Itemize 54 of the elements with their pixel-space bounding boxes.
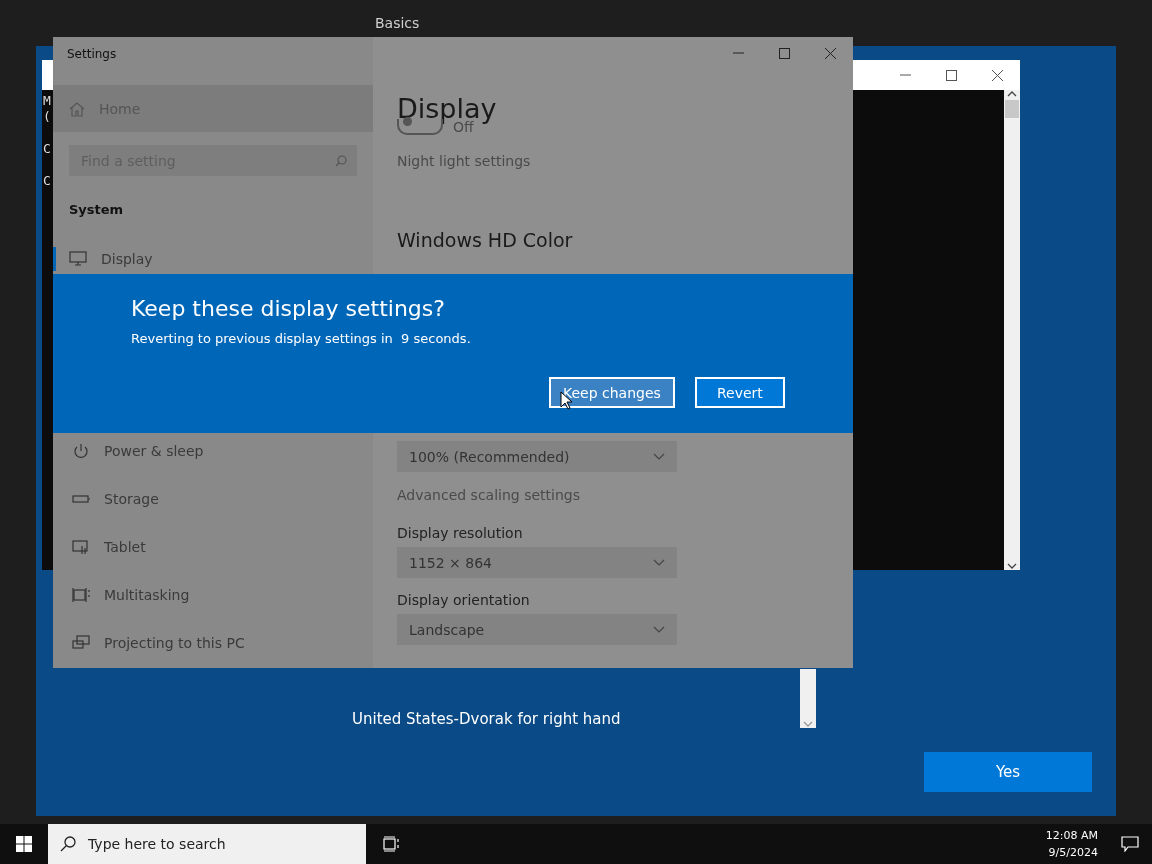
multitasking-icon <box>72 587 90 603</box>
console-text: ( <box>43 109 51 125</box>
close-icon[interactable] <box>824 47 836 59</box>
search-icon <box>60 836 76 852</box>
section-heading: System <box>68 201 125 217</box>
nav-item[interactable]: Projecting to this PC <box>53 631 373 655</box>
dialog-button[interactable]: Revert <box>694 377 785 408</box>
power-icon <box>72 443 90 459</box>
nav-item[interactable]: Storage <box>53 487 373 511</box>
clock[interactable]: 12:08 AM 9/5/2024 <box>1039 826 1108 862</box>
dialog-button[interactable]: Keep changes <box>549 377 675 408</box>
time-text: 12:08 AM <box>1045 828 1098 844</box>
scale-dropdown[interactable]: 100% (Recommended) <box>397 441 677 472</box>
maximize-icon[interactable] <box>778 47 790 59</box>
console-text: M <box>43 93 51 109</box>
taskbar-search-field[interactable]: Type here to search <box>48 824 366 864</box>
speech-bubble-icon <box>1121 836 1139 852</box>
scrollbar[interactable] <box>800 669 816 728</box>
window-title: Settings <box>66 46 118 63</box>
scroll-down-icon[interactable] <box>1007 562 1017 570</box>
windows-logo-icon <box>16 836 32 852</box>
monitor-icon <box>69 251 87 267</box>
chevron-icon <box>653 452 665 461</box>
console-text: C <box>43 173 51 189</box>
close-icon[interactable] <box>991 69 1003 81</box>
orientation-label: Display orientation <box>397 592 531 608</box>
nav-item[interactable]: Multitasking <box>53 583 373 607</box>
section-heading: Windows HD Color <box>397 229 574 251</box>
tablet-icon <box>72 539 90 555</box>
night-light-settings-link[interactable]: Night light settings <box>397 153 853 169</box>
scrollbar[interactable] <box>1004 90 1020 570</box>
nav-item[interactable]: Power & sleep <box>53 439 373 463</box>
projecting-icon <box>72 635 90 651</box>
date-text: 9/5/2024 <box>1048 845 1098 861</box>
resolution-dropdown[interactable]: 1152 × 864 <box>397 547 677 578</box>
scrollbar-thumb[interactable] <box>1005 100 1019 118</box>
search-icon <box>335 154 347 167</box>
resolution-label: Display resolution <box>397 525 524 541</box>
task-view-icon <box>383 836 401 852</box>
advanced-scaling-link[interactable]: Advanced scaling settings <box>397 487 853 503</box>
console-text: C <box>43 141 51 157</box>
dialog-title: Keep these display settings? <box>131 296 446 321</box>
chevron-icon <box>653 625 665 634</box>
chevron-icon <box>653 558 665 567</box>
nav-item[interactable]: Display <box>53 247 373 271</box>
home-icon <box>69 100 85 117</box>
dialog-message: Reverting to previous display settings in 9 seconds. <box>131 331 472 346</box>
maximize-icon[interactable] <box>945 69 957 81</box>
scroll-up-icon[interactable] <box>1007 90 1017 98</box>
yes-button[interactable]: Yes <box>924 752 1092 792</box>
keyboard-layout-item[interactable]: United States-Dvorak for right hand <box>352 710 792 728</box>
orientation-dropdown[interactable]: Landscape <box>397 614 677 645</box>
nav-item[interactable]: Tablet <box>53 535 373 559</box>
window-caption: Basics <box>375 15 420 31</box>
